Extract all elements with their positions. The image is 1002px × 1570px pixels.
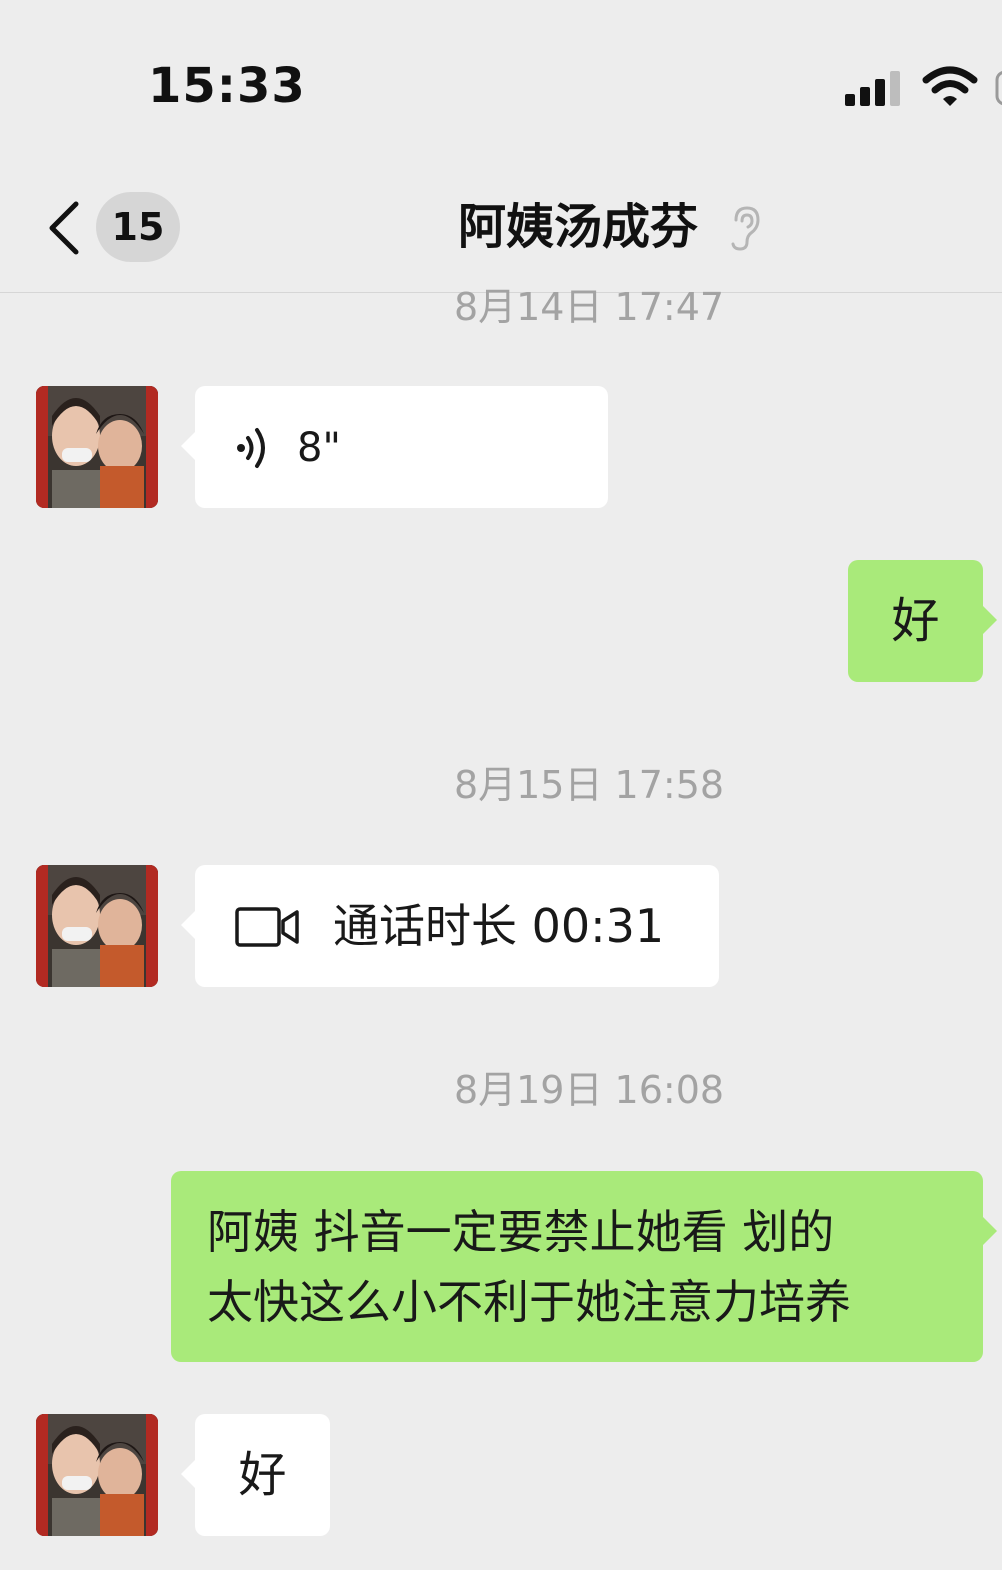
contact-avatar[interactable] [36,1414,158,1536]
message-text: 好 [891,593,940,649]
chat-title: 阿姨汤成芬 [458,199,699,255]
message-timestamp: 8月14日 17:47 [453,285,725,329]
message-text: 好 [238,1447,287,1503]
contact-avatar[interactable] [36,386,158,508]
message-text: 阿姨 抖音一定要禁止她看 划的 太快这么小不利于她注意力培养 [207,1197,947,1337]
voice-duration: 8" [297,425,341,471]
call-duration-text: 通话时长 00:31 [333,899,665,953]
cellular-signal-icon [845,71,900,106]
message-timestamp: 8月19日 16:08 [453,1068,725,1112]
wifi-icon [922,66,978,106]
voice-wave-icon [237,428,265,468]
voice-message-bubble[interactable]: 8" [181,386,608,508]
unread-count-badge[interactable]: 15 [96,192,180,262]
earpiece-mode-icon [731,206,760,251]
status-bar: 15:33 [0,0,1002,170]
message-text-line: 阿姨 抖音一定要禁止她看 划的 [207,1205,835,1259]
contact-avatar[interactable] [36,865,158,987]
status-time: 15:33 [148,58,306,114]
text-message-bubble[interactable]: 阿姨 抖音一定要禁止她看 划的 太快这么小不利于她注意力培养 [171,1171,997,1362]
chat-header: 15 阿姨汤成芬 [0,170,1002,293]
battery-icon [995,70,1002,106]
text-message-bubble[interactable]: 好 [181,1414,330,1536]
video-call-bubble[interactable]: 通话时长 00:31 [181,865,719,987]
back-chevron-icon[interactable] [44,200,84,256]
text-message-bubble[interactable]: 好 [848,560,997,682]
message-text-line: 太快这么小不利于她注意力培养 [207,1275,851,1329]
message-timestamp: 8月15日 17:58 [453,763,725,807]
video-camera-icon [235,907,299,947]
